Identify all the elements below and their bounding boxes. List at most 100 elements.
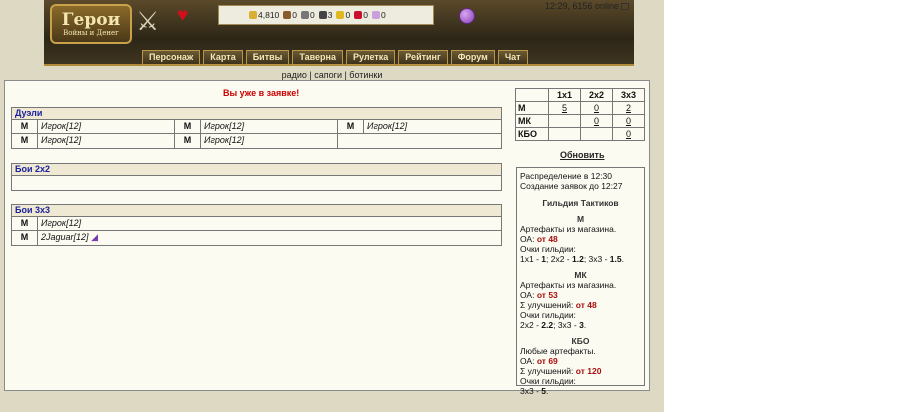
player-link[interactable]: 2Jaguar[12] bbox=[41, 232, 89, 242]
row-label: КБО bbox=[515, 127, 549, 141]
count-link[interactable]: 0 bbox=[612, 127, 645, 141]
count-link[interactable]: 0 bbox=[580, 101, 613, 115]
request-counts-table: 1x1 2x2 3x3 M 5 0 2 МК 0 0 КБО 0 bbox=[515, 88, 645, 141]
resource-bar: 4,810 0 0 3 0 0 0 bbox=[218, 5, 434, 25]
kbo-desc: Любые артефакты. bbox=[520, 346, 596, 356]
resource-gold: 4,810 bbox=[249, 10, 279, 20]
mk-imp-value: от 48 bbox=[575, 300, 597, 310]
player-link[interactable]: Игрок[12] bbox=[38, 120, 175, 133]
nav-map[interactable]: Карта bbox=[203, 50, 243, 65]
nav-chat[interactable]: Чат bbox=[497, 50, 528, 65]
refresh-link[interactable]: Обновить bbox=[560, 150, 605, 160]
resource-crystals: 0 bbox=[354, 10, 368, 20]
row-label: M bbox=[515, 101, 549, 115]
table-header-row: 1x1 2x2 3x3 bbox=[515, 88, 645, 102]
mode-label: M bbox=[12, 231, 38, 245]
distribution-time: Распределение в 12:30 bbox=[520, 171, 613, 181]
gold-icon bbox=[249, 11, 257, 19]
player-link[interactable]: Игрок[12] bbox=[201, 134, 338, 148]
player-link[interactable]: Игрок[12] bbox=[364, 120, 501, 133]
mk-oa: ОА: от 53 bbox=[520, 290, 641, 300]
points-value: 1.5 bbox=[609, 254, 622, 264]
col-3x3: 3x3 bbox=[612, 88, 645, 102]
points-text: . bbox=[621, 254, 624, 264]
player-link[interactable]: Игрок[12] bbox=[201, 120, 338, 133]
sulfur-icon bbox=[336, 11, 345, 19]
gem-icon bbox=[371, 11, 380, 19]
points-text: . bbox=[546, 386, 549, 396]
mk-title: МК bbox=[574, 270, 587, 280]
nav-rating[interactable]: Рейтинг bbox=[398, 50, 448, 65]
m-oa: ОА: от 48 bbox=[520, 234, 641, 244]
mode-label: M bbox=[12, 120, 38, 133]
kbo-imp-value: от 120 bbox=[575, 366, 602, 376]
row-label: МК bbox=[515, 114, 549, 128]
logo-subtitle: Войны и Денег bbox=[63, 29, 119, 37]
corner-cell bbox=[515, 88, 549, 102]
player-cell: 2Jaguar[12] ◢ bbox=[38, 231, 501, 245]
m-desc: Артефакты из магазина. bbox=[520, 224, 617, 234]
nav-battles[interactable]: Битвы bbox=[245, 50, 290, 65]
resource-gems: 0 bbox=[371, 10, 386, 20]
sword-icon: ⚔ bbox=[136, 6, 160, 36]
player-link[interactable]: Игрок[12] bbox=[38, 217, 501, 230]
sub-links[interactable]: радио | сапоги | ботинки bbox=[0, 70, 664, 80]
table-row: КБО 0 bbox=[515, 127, 645, 141]
count-cell bbox=[548, 127, 581, 141]
mana-potion-icon[interactable] bbox=[459, 8, 475, 24]
count-cell bbox=[548, 114, 581, 128]
logo-title: Герои bbox=[61, 10, 121, 30]
points-text: ; 3x3 - bbox=[553, 320, 580, 330]
mk-oa-label: ОА: bbox=[520, 290, 537, 300]
resource-ore: 0 bbox=[301, 10, 315, 20]
guild-title: Гильдия Тактиков bbox=[542, 198, 619, 208]
points-value: 1.2 bbox=[571, 254, 584, 264]
points-text: 3x3 - bbox=[520, 386, 542, 396]
kbo-title: КБО bbox=[571, 336, 590, 346]
battle-requests-panel: Вы уже в заявке! Дуэли M Игрок[12] M Игр… bbox=[4, 80, 650, 396]
m-oa-value: от 48 bbox=[536, 234, 558, 244]
nav-character[interactable]: Персонаж bbox=[142, 50, 201, 65]
status-message: Вы уже в заявке! bbox=[223, 88, 300, 98]
resource-mercury: 3 bbox=[318, 10, 332, 20]
main-nav: Персонаж Карта Битвы Таверна Рулетка Рей… bbox=[142, 50, 528, 65]
crystal-icon bbox=[354, 11, 363, 19]
points-value: 2.2 bbox=[541, 320, 554, 330]
count-link[interactable]: 0 bbox=[580, 114, 613, 128]
mk-points: 2x2 - 2.2; 3x3 - 3. bbox=[520, 320, 641, 330]
duels-section: Дуэли M Игрок[12] M Игрок[12] M Игрок[12… bbox=[11, 107, 502, 149]
battles-2x2-section: Бои 2x2 bbox=[11, 163, 502, 191]
count-link[interactable]: 2 bbox=[612, 101, 645, 115]
health-heart-icon[interactable]: ♥ bbox=[177, 6, 197, 26]
table-row: M Игрок[12] bbox=[12, 217, 501, 231]
count-link[interactable]: 5 bbox=[548, 101, 581, 115]
table-row: M 2Jaguar[12] ◢ bbox=[12, 231, 501, 245]
mk-desc: Артефакты из магазина. bbox=[520, 280, 617, 290]
kbo-points-label: Очки гильдии: bbox=[520, 376, 576, 386]
nav-forum[interactable]: Форум bbox=[450, 50, 495, 65]
ore-icon bbox=[301, 11, 310, 19]
mail-icon[interactable] bbox=[621, 2, 630, 10]
game-logo[interactable]: Герои Войны и Денег bbox=[50, 4, 132, 44]
player-link[interactable]: Игрок[12] bbox=[38, 134, 175, 148]
battles-2x2-title: Бои 2x2 bbox=[12, 164, 501, 176]
points-text: ; 2x2 - bbox=[546, 254, 572, 264]
table-row bbox=[12, 176, 501, 190]
nav-tavern[interactable]: Таверна bbox=[292, 50, 343, 65]
table-row: M Игрок[12] M Игрок[12] bbox=[12, 134, 501, 148]
kbo-improvements: Σ улучшений: от 120 bbox=[520, 366, 641, 376]
resource-sulfur: 0 bbox=[336, 10, 350, 20]
wood-icon bbox=[283, 11, 292, 19]
battles-3x3-section: Бои 3x3 M Игрок[12] M 2Jaguar[12] ◢ bbox=[11, 204, 502, 246]
points-text: . bbox=[583, 320, 587, 330]
nav-roulette[interactable]: Рулетка bbox=[345, 50, 396, 65]
mage-class-icon: ◢ bbox=[91, 232, 98, 242]
mode-label: M bbox=[12, 134, 38, 148]
points-text: ; 3x3 - bbox=[583, 254, 610, 264]
kbo-oa-label: ОА: bbox=[520, 356, 537, 366]
points-text: 1x1 - bbox=[520, 254, 542, 264]
battles-3x3-title: Бои 3x3 bbox=[12, 205, 501, 217]
count-link[interactable]: 0 bbox=[612, 114, 645, 128]
kbo-oa-value: от 69 bbox=[536, 356, 558, 366]
count-cell bbox=[580, 127, 613, 141]
